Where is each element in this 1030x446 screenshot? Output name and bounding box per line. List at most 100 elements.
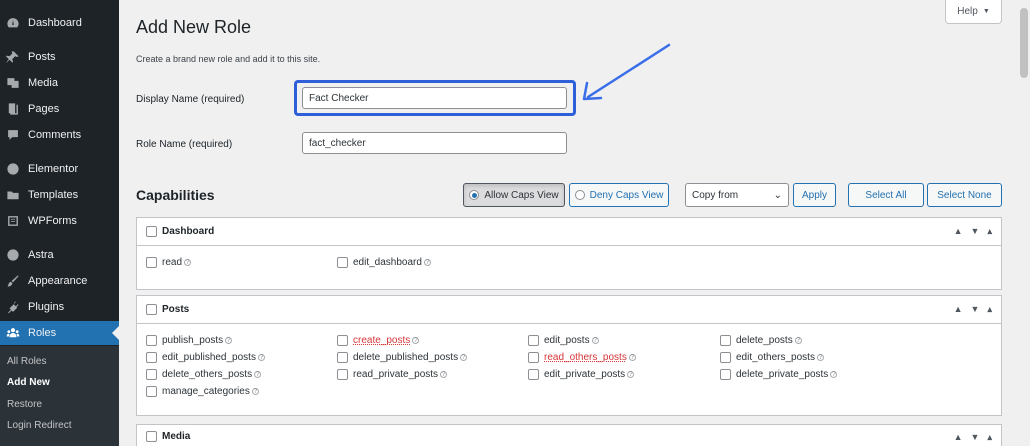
role-name-input[interactable] (302, 132, 567, 154)
brush-icon (6, 274, 20, 288)
sidebar-item-astra[interactable]: Astra (0, 243, 119, 267)
submenu-all-roles[interactable]: All Roles (7, 356, 46, 367)
move-down-icon[interactable]: ▼ (971, 226, 980, 237)
sidebar-item-templates[interactable]: Templates (0, 183, 119, 207)
capabilities-title: Capabilities (136, 187, 215, 203)
sidebar-item-elementor[interactable]: Elementor (0, 157, 119, 181)
cap-checkbox[interactable]: read_others_posts? (528, 352, 636, 363)
sidebar-item-wpforms[interactable]: WPForms (0, 209, 119, 233)
folder-icon (6, 188, 20, 202)
sidebar-item-roles[interactable]: Roles (0, 321, 119, 345)
dashboard-caps-panel: Dashboard ▲ ▼ ▴ read? edit_dashboard? (136, 217, 1002, 290)
deny-caps-label: Deny Caps View (589, 189, 664, 201)
sidebar-item-posts[interactable]: Posts (0, 45, 119, 69)
cap-checkbox[interactable]: read? (146, 257, 192, 268)
copy-from-select[interactable]: Copy from ⌄ (685, 183, 789, 207)
sidebar-item-label: Roles (28, 327, 57, 339)
panel-controls: ▲ ▼ ▴ (954, 226, 992, 237)
astra-icon (6, 248, 20, 262)
radio-unchecked-icon (574, 190, 585, 200)
media-caps-panel: Media ▲ ▼ ▴ (136, 424, 1002, 446)
forms-icon (6, 214, 20, 228)
submenu-add-new[interactable]: Add New (7, 377, 50, 388)
allow-caps-label: Allow Caps View (484, 189, 559, 201)
move-down-icon[interactable]: ▼ (971, 432, 980, 443)
help-icon: ? (627, 371, 635, 378)
submenu-restore[interactable]: Restore (7, 399, 42, 410)
sidebar-item-appearance[interactable]: Appearance (0, 269, 119, 293)
help-icon: ? (816, 354, 824, 361)
sidebar-item-label: Astra (28, 249, 54, 261)
panel-controls: ▲ ▼ ▴ (954, 304, 992, 315)
highlight-box (294, 80, 576, 116)
sidebar-item-media[interactable]: Media (0, 71, 119, 95)
select-none-label: Select None (937, 189, 992, 201)
allow-caps-view-button[interactable]: Allow Caps View (463, 183, 565, 207)
cap-checkbox[interactable]: delete_posts? (720, 335, 802, 346)
admin-sidebar: Dashboard Posts Media Pages Comments Ele… (0, 0, 119, 446)
panel-header[interactable]: Posts ▲ ▼ ▴ (137, 296, 1001, 324)
help-icon: ? (423, 259, 431, 266)
toggle-panel-icon[interactable]: ▴ (987, 432, 992, 443)
cap-checkbox[interactable]: delete_published_posts? (337, 352, 468, 363)
select-none-button[interactable]: Select None (927, 183, 1002, 207)
help-button[interactable]: Help ▼ (945, 0, 1002, 24)
deny-caps-view-button[interactable]: Deny Caps View (569, 183, 669, 207)
elementor-icon (6, 162, 20, 176)
cap-checkbox[interactable]: read_private_posts? (337, 369, 448, 380)
group-checkbox[interactable] (146, 430, 157, 442)
help-icon: ? (794, 337, 802, 344)
role-name-label: Role Name (required) (136, 139, 233, 150)
sidebar-item-plugins[interactable]: Plugins (0, 295, 119, 319)
cap-checkbox[interactable]: edit_published_posts? (146, 352, 265, 363)
media-icon (6, 76, 20, 90)
help-icon: ? (254, 371, 262, 378)
sidebar-item-comments[interactable]: Comments (0, 123, 119, 147)
move-up-icon[interactable]: ▲ (954, 304, 963, 315)
help-icon: ? (412, 337, 420, 344)
help-icon: ? (184, 259, 192, 266)
toggle-panel-icon[interactable]: ▴ (987, 226, 992, 237)
select-all-button[interactable]: Select All (848, 183, 924, 207)
users-icon (6, 326, 20, 340)
move-up-icon[interactable]: ▲ (954, 432, 963, 443)
cap-checkbox[interactable]: manage_categories? (146, 386, 259, 397)
page-description: Create a brand new role and add it to th… (136, 54, 321, 64)
move-down-icon[interactable]: ▼ (971, 304, 980, 315)
dashboard-icon (6, 16, 20, 30)
cap-checkbox[interactable]: edit_posts? (528, 335, 599, 346)
cap-checkbox[interactable]: edit_private_posts? (528, 369, 635, 380)
panel-header[interactable]: Dashboard ▲ ▼ ▴ (137, 218, 1001, 246)
help-icon: ? (440, 371, 448, 378)
sidebar-item-dashboard[interactable]: Dashboard (0, 11, 119, 35)
posts-caps-panel: Posts ▲ ▼ ▴ publish_posts? create_posts?… (136, 295, 1002, 416)
copy-from-value: Copy from (692, 189, 739, 201)
toggle-panel-icon[interactable]: ▴ (987, 304, 992, 315)
annotation-arrow-icon (582, 43, 671, 101)
pin-icon (6, 50, 20, 64)
move-up-icon[interactable]: ▲ (954, 226, 963, 237)
panel-title: Posts (162, 304, 190, 315)
caret-down-icon: ▼ (982, 8, 990, 15)
page-scrollbar[interactable] (1018, 0, 1030, 446)
group-checkbox[interactable] (146, 304, 157, 315)
apply-button[interactable]: Apply (793, 183, 836, 207)
cap-checkbox[interactable]: publish_posts? (146, 335, 233, 346)
sidebar-item-pages[interactable]: Pages (0, 97, 119, 121)
select-all-label: Select All (865, 189, 907, 201)
sidebar-item-label: Media (28, 77, 58, 89)
scrollbar-thumb[interactable] (1020, 8, 1028, 78)
cap-checkbox[interactable]: edit_dashboard? (337, 257, 431, 268)
cap-checkbox[interactable]: delete_private_posts? (720, 369, 838, 380)
sidebar-item-label: WPForms (28, 215, 77, 227)
panel-header[interactable]: Media ▲ ▼ ▴ (137, 425, 1001, 446)
cap-checkbox[interactable]: edit_others_posts? (720, 352, 824, 363)
sidebar-item-label: Pages (28, 103, 60, 115)
help-icon: ? (628, 354, 636, 361)
help-icon: ? (830, 371, 838, 378)
apply-label: Apply (801, 189, 827, 201)
cap-checkbox[interactable]: delete_others_posts? (146, 369, 262, 380)
submenu-login-redirect[interactable]: Login Redirect (7, 420, 71, 431)
cap-checkbox[interactable]: create_posts? (337, 335, 420, 346)
group-checkbox[interactable] (146, 226, 157, 237)
